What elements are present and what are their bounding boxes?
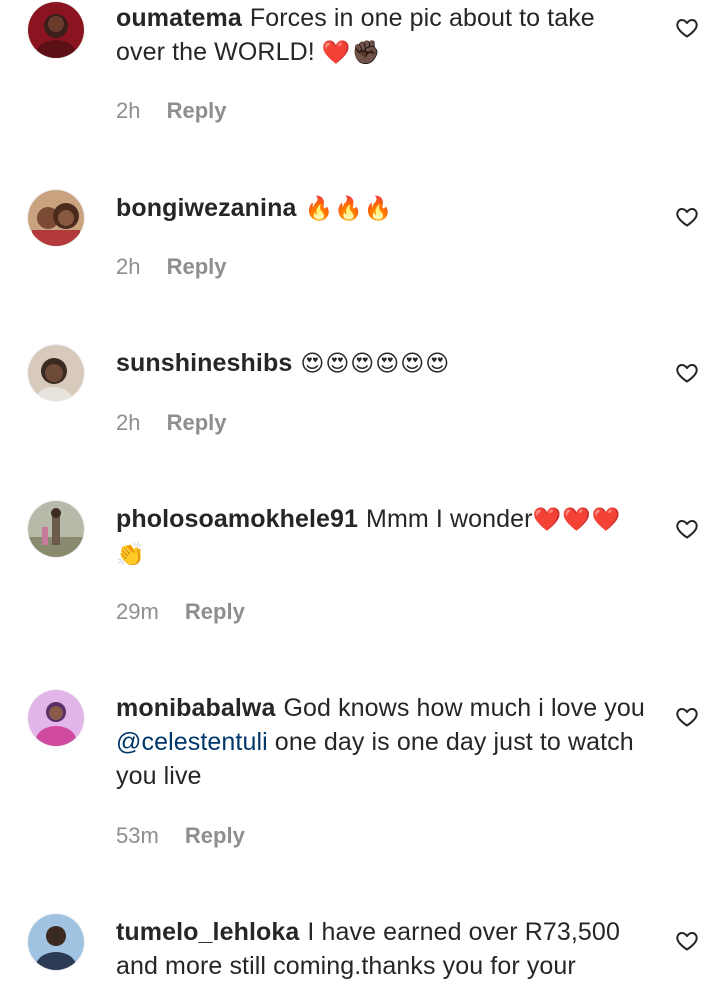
comment-emoji: ❤️✊🏿 <box>321 40 382 66</box>
mention-link[interactable]: @celestentuli <box>116 728 268 756</box>
comment-time: 2h <box>116 98 141 123</box>
comment-text: God knows how much i love you <box>283 694 645 722</box>
comment-time: 29m <box>116 599 159 624</box>
comment-username[interactable]: sunshineshibs <box>116 349 292 377</box>
reply-button[interactable]: Reply <box>185 599 245 624</box>
comment-time: 2h <box>116 410 141 435</box>
heart-outline-icon[interactable] <box>675 361 699 385</box>
avatar[interactable] <box>28 501 84 557</box>
comment-body: pholosoamokhele91 Mmm I wonder❤️❤️❤️👏 <box>116 502 646 572</box>
comment-username[interactable]: pholosoamokhele91 <box>116 505 358 533</box>
avatar[interactable] <box>28 690 84 746</box>
comment-meta: 2h Reply <box>116 252 227 282</box>
comment-meta: 53m Reply <box>116 821 245 851</box>
comment-body: bongiwezanina 🔥🔥🔥 <box>116 191 646 226</box>
avatar[interactable] <box>28 345 84 401</box>
reply-button[interactable]: Reply <box>185 823 245 848</box>
comment-meta: 29m Reply <box>116 597 245 627</box>
heart-outline-icon[interactable] <box>675 705 699 729</box>
heart-outline-icon[interactable] <box>675 929 699 953</box>
comment-meta: 2h Reply <box>116 96 227 126</box>
reply-button[interactable]: Reply <box>167 410 227 435</box>
comment-body: monibabalwa God knows how much i love you… <box>116 691 646 793</box>
avatar[interactable] <box>28 914 84 970</box>
comment-body: oumatema Forces in one pic about to take … <box>116 1 646 70</box>
comment-body: tumelo_lehloka I have earned over R73,500… <box>116 915 646 983</box>
avatar[interactable] <box>28 190 84 246</box>
comment-username[interactable]: oumatema <box>116 4 242 32</box>
heart-outline-icon[interactable] <box>675 205 699 229</box>
comment-emoji: 🔥🔥🔥 <box>304 196 394 222</box>
comment-username[interactable]: tumelo_lehloka <box>116 918 299 946</box>
comment-meta: 2h Reply <box>116 408 227 438</box>
comment-username[interactable]: bongiwezanina <box>116 194 296 222</box>
reply-button[interactable]: Reply <box>167 98 227 123</box>
heart-outline-icon[interactable] <box>675 517 699 541</box>
comment-time: 2h <box>116 254 141 279</box>
comment-username[interactable]: monibabalwa <box>116 694 275 722</box>
avatar[interactable] <box>28 2 84 58</box>
comment-emoji: 😍😍😍😍😍😍 <box>300 351 451 377</box>
comment-text: Mmm I wonder <box>366 505 533 533</box>
comment-body: sunshineshibs 😍😍😍😍😍😍 <box>116 346 646 381</box>
reply-button[interactable]: Reply <box>167 254 227 279</box>
comment-time: 53m <box>116 823 159 848</box>
heart-outline-icon[interactable] <box>675 16 699 40</box>
